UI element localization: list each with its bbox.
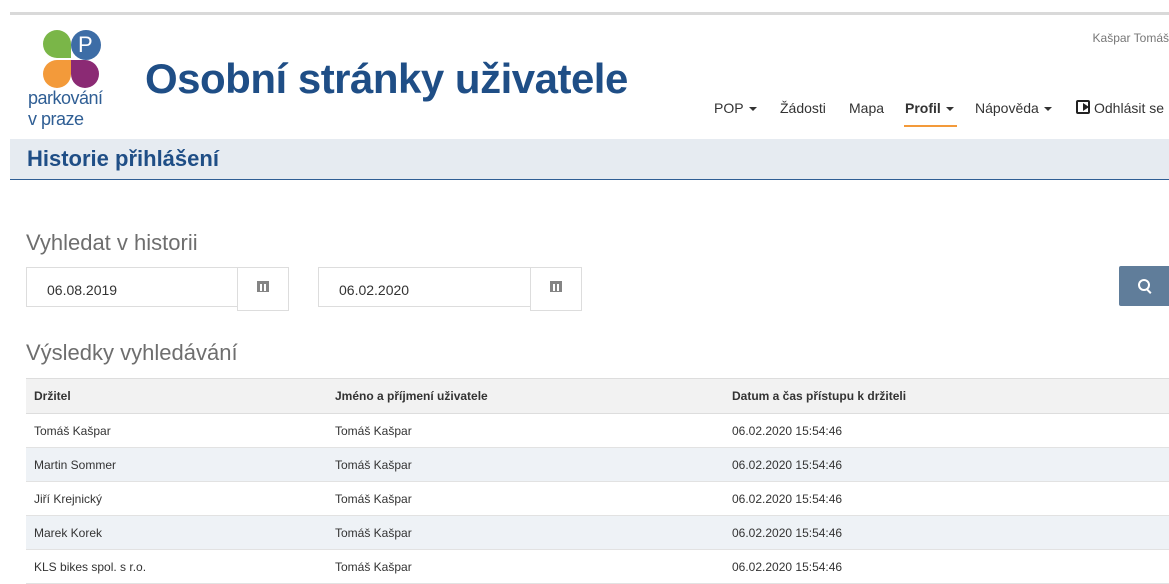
table-cell: Tomáš Kašpar [327, 515, 724, 550]
results-heading: Výsledky vyhledávání [26, 340, 238, 365]
table-cell: Marek Korek [26, 515, 327, 550]
section-header: Historie přihlášení [10, 139, 1169, 180]
nav-label: Profil [905, 100, 941, 116]
table-row[interactable]: KLS bikes spol. s r.o. Tomáš Kašpar 06.0… [26, 549, 1169, 584]
nav-item-profil[interactable]: Profil [904, 100, 957, 127]
section-title: Historie přihlášení [27, 146, 219, 171]
search-heading: Vyhledat v historii [26, 230, 198, 255]
logo-text-line1: parkování [28, 88, 103, 108]
logo[interactable]: P parkování v praze [28, 30, 118, 150]
date-from-calendar-button[interactable] [237, 267, 289, 311]
calendar-icon [550, 281, 562, 292]
table-cell: Tomáš Kašpar [327, 549, 724, 584]
table-cell: Tomáš Kašpar [327, 447, 724, 482]
date-from-input[interactable]: 06.08.2019 [26, 267, 238, 307]
table-cell: 06.02.2020 15:54:46 [724, 515, 1169, 550]
logo-leaf-purple [71, 60, 99, 88]
user-name[interactable]: Kašpar Tomáš [1093, 31, 1169, 45]
table-cell: Tomáš Kašpar [327, 413, 724, 448]
top-divider [10, 12, 1169, 15]
logo-leaf-orange [43, 60, 71, 88]
logo-leaf-p: P [71, 30, 101, 60]
table-cell: 06.02.2020 15:54:46 [724, 413, 1169, 448]
column-header[interactable]: Držitel [26, 378, 327, 414]
column-header[interactable]: Jméno a příjmení uživatele [327, 378, 724, 414]
caret-down-icon [748, 107, 757, 112]
page-title: Osobní stránky uživatele [145, 55, 628, 102]
table-row[interactable]: Martin Sommer Tomáš Kašpar 06.02.2020 15… [26, 447, 1169, 482]
nav-label: Nápověda [975, 100, 1039, 116]
date-to-input[interactable]: 06.02.2020 [318, 267, 531, 307]
table-header-row: Držitel Jméno a příjmení uživatele Datum… [26, 378, 1169, 414]
caret-down-icon [945, 107, 954, 112]
search-icon [1138, 279, 1150, 291]
table-cell: Jiří Krejnický [26, 481, 327, 516]
search-button[interactable] [1119, 266, 1169, 306]
table-row[interactable]: Jiří Krejnický Tomáš Kašpar 06.02.2020 1… [26, 481, 1169, 516]
table-cell: Tomáš Kašpar [327, 481, 724, 516]
nav-item-napoveda[interactable]: Nápověda [975, 100, 1052, 116]
logout-label: Odhlásit se [1094, 100, 1165, 116]
nav-item-pop[interactable]: POP [714, 100, 757, 116]
table-cell: 06.02.2020 15:54:46 [724, 447, 1169, 482]
table-cell: Martin Sommer [26, 447, 327, 482]
column-header[interactable]: Datum a čas přístupu k držiteli [724, 378, 1169, 414]
table-row[interactable]: Tomáš Kašpar Tomáš Kašpar 06.02.2020 15:… [26, 413, 1169, 448]
nav-item-zadosti[interactable]: Žádosti [780, 100, 826, 116]
results-table: Držitel Jméno a příjmení uživatele Datum… [26, 378, 1169, 584]
table-cell: KLS bikes spol. s r.o. [26, 549, 327, 584]
nav-label: Mapa [849, 100, 885, 116]
nav-label: Žádosti [780, 100, 826, 116]
date-from-value: 06.08.2019 [47, 282, 118, 298]
logout-icon [1076, 100, 1090, 114]
date-to-calendar-button[interactable] [530, 267, 582, 311]
table-cell: Tomáš Kašpar [26, 413, 327, 448]
logout-link[interactable]: Odhlásit se [1076, 100, 1164, 116]
date-to-value: 06.02.2020 [339, 282, 410, 298]
logo-letter: P [78, 32, 93, 57]
logo-text-line2: v praze [28, 109, 84, 129]
calendar-icon [257, 281, 269, 292]
table-cell: 06.02.2020 15:54:46 [724, 549, 1169, 584]
caret-down-icon [1043, 107, 1052, 112]
logo-leaf-green [43, 30, 71, 58]
table-cell: 06.02.2020 15:54:46 [724, 481, 1169, 516]
nav-item-mapa[interactable]: Mapa [849, 100, 884, 116]
table-row[interactable]: Marek Korek Tomáš Kašpar 06.02.2020 15:5… [26, 515, 1169, 550]
nav-label: POP [714, 100, 744, 116]
active-underline [904, 125, 957, 127]
